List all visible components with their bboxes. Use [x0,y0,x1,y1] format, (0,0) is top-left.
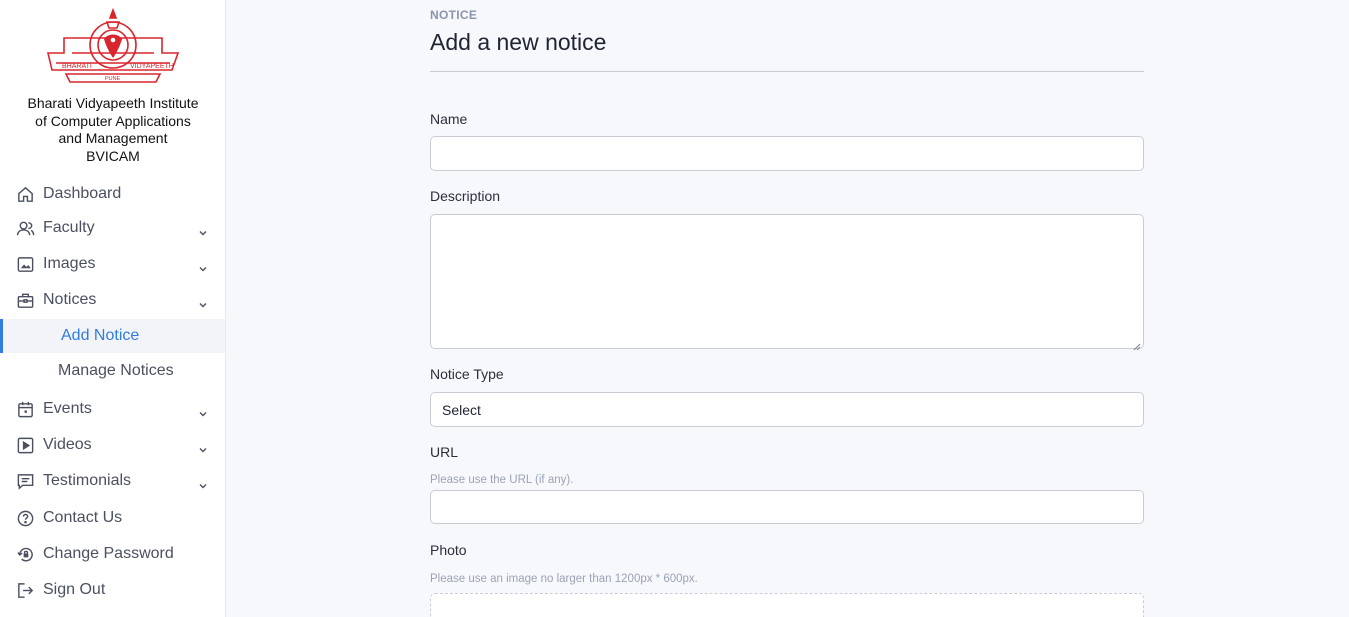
logo-text-right: VIDYAPEETH [130,63,174,70]
sidebar-item-label: Events [43,400,92,417]
institute-logo: BHARATI VIDYAPEETH PUNE [44,7,182,88]
help-circle-icon [16,509,35,528]
sidebar-item-testimonials[interactable]: Testimonials [0,464,225,498]
notice-type-select[interactable]: Select [430,392,1144,427]
sidebar-subitem-manage-notices[interactable]: Manage Notices [0,354,225,388]
institute-name-line: BVICAM [86,147,140,164]
chevron-down-icon [198,405,208,417]
url-input[interactable] [430,490,1144,524]
sidebar-item-label: Sign Out [43,581,106,598]
sidebar-item-sign-out[interactable]: Sign Out [0,573,225,607]
description-label: Description [430,188,501,204]
url-help-text: Please use the URL (if any). [430,474,574,486]
lock-reset-icon [16,545,35,564]
photo-label: Photo [430,542,467,558]
sidebar-item-label: Dashboard [43,185,122,202]
logo-text-bottom: PUNE [105,76,121,82]
notice-type-label: Notice Type [430,366,504,382]
sidebar-item-images[interactable]: Images [0,247,225,281]
sidebar-item-label: Notices [43,291,97,308]
briefcase-icon [16,291,35,310]
sidebar-item-label: Images [43,255,96,272]
sidebar-item-change-password[interactable]: Change Password [0,537,225,571]
calendar-icon [16,400,35,419]
notice-type-selected-value: Select [442,401,481,418]
home-icon [16,185,35,204]
institute-name: Bharati Vidyapeeth Institute of Computer… [8,95,218,165]
photo-upload-dropzone[interactable] [430,593,1144,617]
name-input[interactable] [430,136,1144,171]
url-label: URL [430,444,459,460]
chevron-down-icon [198,477,208,489]
chevron-down-icon [198,441,208,453]
sidebar-item-faculty[interactable]: Faculty [0,211,225,245]
logo-text-left: BHARATI [62,63,92,70]
sidebar-item-label: Testimonials [43,472,132,489]
sidebar-item-label: Add Notice [61,327,140,344]
section-eyebrow: NOTICE [430,8,478,22]
sidebar-item-dashboard[interactable]: Dashboard [0,177,225,211]
description-textarea[interactable] [430,214,1144,349]
sidebar-item-label: Videos [43,436,92,453]
sidebar-item-contact-us[interactable]: Contact Us [0,501,225,535]
message-icon [16,472,35,491]
sidebar: BHARATI VIDYAPEETH PUNE Bharati Vidyapee… [0,0,226,617]
chevron-down-icon [198,260,208,272]
sidebar-item-label: Manage Notices [58,362,174,379]
sign-out-icon [16,581,35,600]
sidebar-item-videos[interactable]: Videos [0,428,225,462]
header-divider [430,71,1144,72]
users-icon [16,219,35,238]
sidebar-item-label: Change Password [43,545,174,562]
institute-name-line: and Management [58,130,168,146]
institute-name-line: of Computer Applications [35,112,191,129]
chevron-down-icon [198,296,208,308]
chevron-down-icon [198,224,208,236]
photo-help-text: Please use an image no larger than 1200p… [430,573,698,585]
image-icon [16,255,35,274]
resize-handle-icon[interactable] [1133,338,1141,351]
play-icon [16,436,35,455]
page-title: Add a new notice [430,29,607,55]
name-label: Name [430,111,468,127]
sidebar-item-notices[interactable]: Notices [0,283,225,317]
sidebar-item-events[interactable]: Events [0,392,225,426]
institute-name-line: Bharati Vidyapeeth Institute [27,95,199,111]
sidebar-subitem-add-notice[interactable]: Add Notice [0,319,225,353]
sidebar-item-label: Faculty [43,219,95,236]
sidebar-item-label: Contact Us [43,509,123,526]
